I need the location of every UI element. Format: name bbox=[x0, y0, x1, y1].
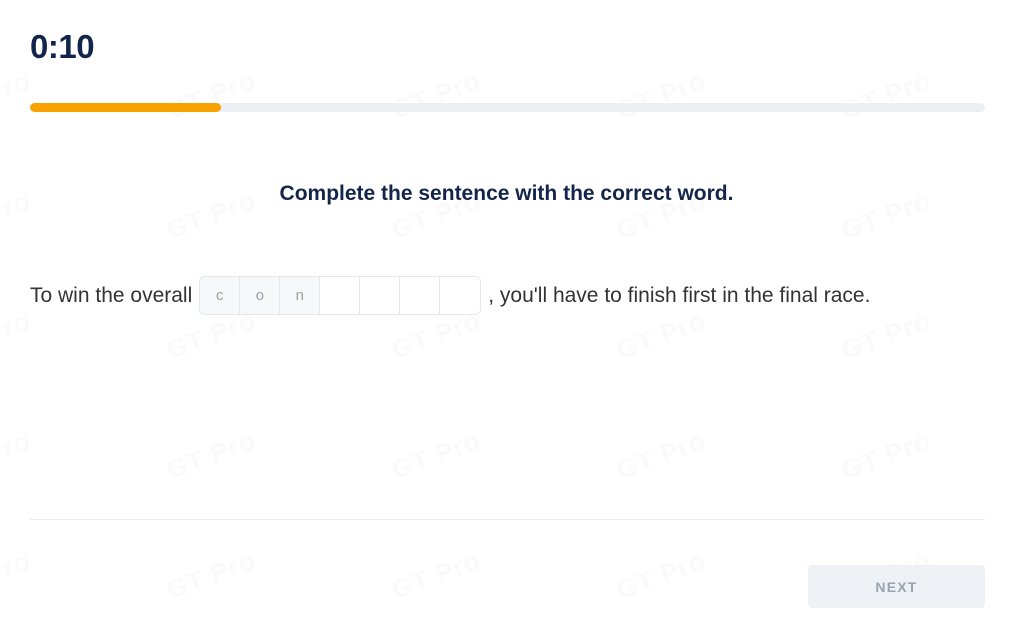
instruction-heading: Complete the sentence with the correct w… bbox=[279, 182, 734, 205]
progress-bar-track bbox=[30, 103, 985, 112]
countdown-timer: 0:10 bbox=[30, 28, 95, 65]
progress-bar-fill bbox=[30, 103, 221, 112]
next-button[interactable]: NEXT bbox=[808, 565, 985, 608]
answer-letter-boxes[interactable]: con bbox=[199, 276, 482, 315]
letter-box-5[interactable] bbox=[360, 277, 401, 314]
letter-box-2: o bbox=[240, 277, 281, 314]
footer-divider bbox=[30, 519, 985, 520]
letter-box-7[interactable] bbox=[440, 277, 481, 314]
question-sentence: To win the overall con , you'll have to … bbox=[30, 276, 988, 315]
sentence-text-after: , you'll have to finish first in the fin… bbox=[488, 283, 871, 307]
letter-box-3: n bbox=[280, 277, 321, 314]
letter-box-6[interactable] bbox=[400, 277, 441, 314]
sentence-text-before: To win the overall bbox=[30, 283, 193, 307]
quiz-page: 0:10 Complete the sentence with the corr… bbox=[0, 0, 1013, 634]
letter-box-4[interactable] bbox=[320, 277, 361, 314]
letter-box-1: c bbox=[200, 277, 241, 314]
